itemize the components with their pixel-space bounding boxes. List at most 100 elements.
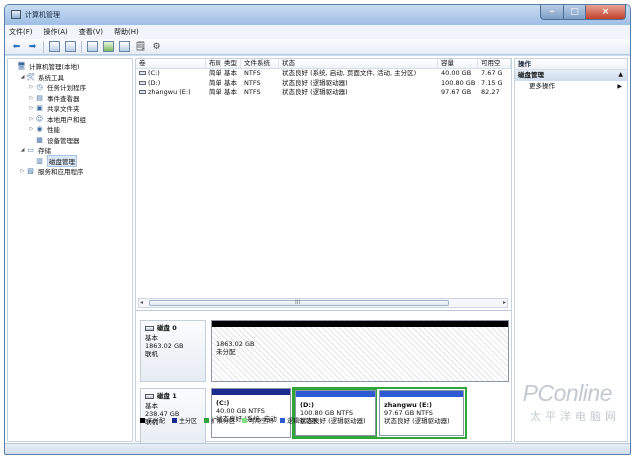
horizontal-scrollbar[interactable]: ◂ III ▸ bbox=[138, 298, 508, 308]
show-hide-tree-icon[interactable] bbox=[65, 41, 76, 52]
table-cell: (D:) bbox=[136, 79, 206, 89]
app-icon bbox=[11, 10, 21, 19]
menu-help[interactable]: 帮助(H) bbox=[114, 27, 139, 37]
menu-action[interactable]: 操作(A) bbox=[44, 27, 68, 37]
minimize-button[interactable]: – bbox=[540, 5, 564, 20]
tree-item-label: 磁盘管理 bbox=[47, 154, 77, 167]
tree-item[interactable]: ▷ ▣ 共享文件夹 bbox=[8, 103, 132, 114]
table-cell: 7.15 G bbox=[481, 78, 503, 87]
collapse-arrow-icon[interactable]: ▲ bbox=[618, 70, 623, 80]
partition-unallocated[interactable]: 1863.02 GB 未分配 bbox=[211, 320, 509, 382]
scrollbar-thumb[interactable]: III bbox=[149, 299, 449, 306]
col-type[interactable]: 类型 bbox=[221, 59, 241, 68]
forward-arrow-icon[interactable]: ➡ bbox=[27, 41, 38, 52]
up-folder-icon[interactable] bbox=[49, 41, 60, 52]
window-title: 计算机管理 bbox=[25, 11, 60, 19]
tree-item[interactable]: ▷ ◉ 性能 bbox=[8, 124, 132, 135]
grip-icon: III bbox=[295, 299, 301, 306]
performance-icon: ◉ bbox=[36, 125, 43, 134]
tree-item[interactable]: 🖥 计算机管理(本地) bbox=[8, 61, 132, 72]
users-icon: ☺ bbox=[35, 114, 44, 123]
settings-icon[interactable]: ⚙ bbox=[151, 41, 162, 52]
scroll-right-icon[interactable]: ▸ bbox=[503, 299, 506, 306]
refresh-icon[interactable] bbox=[103, 41, 114, 52]
legend-swatch bbox=[204, 418, 210, 423]
expander-arrow-icon[interactable]: ▷ bbox=[28, 84, 35, 90]
col-status[interactable]: 状态 bbox=[279, 59, 438, 68]
tree-item-label: 服务和应用程序 bbox=[38, 168, 84, 177]
col-free-space[interactable]: 可用空 bbox=[478, 59, 511, 68]
tree-item-label: 性能 bbox=[47, 126, 60, 135]
minimize-icon: – bbox=[549, 7, 555, 17]
maximize-icon: □ bbox=[570, 7, 579, 17]
table-row[interactable]: zhangwu (E:) 简单 基本 NTFS 状态良好 (逻辑驱动器) 97.67 GB… bbox=[136, 88, 511, 98]
disk-0-status: 联机 bbox=[145, 350, 158, 358]
partition-c-size: 40.00 GB NTFS bbox=[216, 407, 265, 415]
col-layout[interactable]: 布局 bbox=[206, 59, 221, 68]
pconline-watermark: PConline 太平洋电脑网 bbox=[494, 380, 624, 426]
table-row[interactable]: (C:) 简单 基本 NTFS 状态良好 (系统, 启动, 页面文件, 活动, 主分区)… bbox=[136, 69, 511, 79]
partition-d[interactable]: (D:) 100.80 GB NTFS 状态良好 (逻辑驱动器) bbox=[294, 389, 377, 437]
legend-swatch bbox=[140, 418, 145, 423]
tree-item-label: 任务计划程序 bbox=[47, 84, 86, 93]
expander-arrow-icon[interactable]: ▷ bbox=[28, 126, 35, 132]
more-actions-item[interactable]: 更多操作 ▶ bbox=[515, 81, 627, 92]
tree-item[interactable]: ▦ 设备管理器 bbox=[8, 135, 132, 146]
tree-item[interactable]: ▷ ☺ 本地用户和组 bbox=[8, 114, 132, 125]
partition-bar bbox=[212, 389, 290, 395]
legend-swatch bbox=[280, 418, 286, 423]
submenu-arrow-icon: ▶ bbox=[617, 83, 622, 90]
expander-arrow-icon[interactable]: ◢ bbox=[19, 147, 26, 153]
tree-item-label: 计算机管理(本地) bbox=[29, 63, 80, 72]
export-icon[interactable]: 🗒 bbox=[135, 41, 146, 52]
close-button[interactable]: × bbox=[586, 5, 626, 20]
actions-section-disk-management[interactable]: 磁盘管理 ▲ bbox=[515, 70, 627, 81]
partition-legend: 未分配 主分区 扩展分区 可用空间 逻辑驱动器 bbox=[140, 416, 321, 425]
legend-item: 未分配 bbox=[140, 416, 165, 425]
expander-arrow-icon[interactable]: ▷ bbox=[28, 105, 35, 111]
table-cell: NTFS bbox=[244, 88, 261, 96]
toolbar: ⬅ ➡ 🗒 ⚙ bbox=[5, 39, 630, 55]
table-cell: 基本 bbox=[224, 78, 237, 87]
legend-item: 主分区 bbox=[172, 416, 197, 425]
partition-e[interactable]: zhangwu (E:) 97.67 GB NTFS 状态良好 (逻辑驱动器) bbox=[379, 390, 464, 436]
table-row[interactable]: (D:) 简单 基本 NTFS 状态良好 (逻辑驱动器) 100.80 GB 7.15 G bbox=[136, 79, 511, 89]
back-arrow-icon[interactable]: ⬅ bbox=[11, 41, 22, 52]
tree-item-label: 共享文件夹 bbox=[47, 105, 80, 114]
menu-view[interactable]: 查看(V) bbox=[79, 27, 103, 37]
disk-1-type: 基本 bbox=[145, 402, 158, 410]
col-capacity[interactable]: 容量 bbox=[438, 59, 478, 68]
properties-icon[interactable] bbox=[119, 41, 130, 52]
col-volume[interactable]: 卷 bbox=[136, 59, 206, 68]
disk-0-type: 基本 bbox=[145, 334, 158, 342]
partition-c[interactable]: (C:) 40.00 GB NTFS 状态良好 (系统, 启动 bbox=[211, 388, 291, 438]
legend-label: 逻辑驱动器 bbox=[287, 418, 318, 425]
table-cell: zhangwu (E:) bbox=[136, 88, 206, 98]
expander-arrow-icon[interactable]: ▷ bbox=[19, 168, 26, 174]
expander-arrow-icon[interactable]: ◢ bbox=[19, 74, 26, 80]
table-cell: (C:) bbox=[136, 69, 206, 79]
clock-icon: ◷ bbox=[36, 83, 43, 92]
tree-item[interactable]: ▷ ◷ 任务计划程序 bbox=[8, 82, 132, 93]
table-cell: 基本 bbox=[224, 69, 237, 77]
expander-arrow-icon[interactable]: ▷ bbox=[28, 116, 35, 122]
table-cell: 状态良好 (逻辑驱动器) bbox=[282, 88, 348, 96]
menu-file[interactable]: 文件(F) bbox=[9, 27, 33, 37]
title-bar[interactable]: 计算机管理 – □ × bbox=[5, 5, 630, 25]
tree-item[interactable]: ▷ ▧ 服务和应用程序 bbox=[8, 166, 132, 177]
services-icon: ▧ bbox=[27, 167, 34, 176]
tree-item[interactable]: ▥ 磁盘管理 bbox=[8, 154, 132, 167]
legend-swatch bbox=[172, 418, 178, 423]
watermark-sub: 太平洋电脑网 bbox=[530, 411, 620, 423]
maximize-button[interactable]: □ bbox=[564, 5, 586, 20]
col-filesystem[interactable]: 文件系统 bbox=[241, 59, 279, 68]
help-icon[interactable] bbox=[87, 41, 98, 52]
expander-arrow-icon[interactable]: ▷ bbox=[28, 95, 35, 101]
tree-item[interactable]: ▷ ▤ 事件查看器 bbox=[8, 93, 132, 104]
scroll-left-icon[interactable]: ◂ bbox=[140, 299, 143, 306]
disk-0-label[interactable]: 磁盘 0 基本 1863.02 GB 联机 bbox=[140, 320, 206, 382]
volume-list[interactable]: 卷 布局 类型 文件系统 状态 容量 可用空 (C:) 简单 基本 NTFS 状态良好 … bbox=[136, 59, 511, 245]
navigation-tree[interactable]: 🖥 计算机管理(本地) ◢ 🛠 系统工具 ▷ ◷ 任务计划程序 ▷ ▤ 事件查看器 ▷ ▣ 共享文件夹 ▷ ☺… bbox=[7, 58, 133, 442]
partition-c-name: (C:) bbox=[216, 399, 230, 407]
tree-item[interactable]: ◢ 🛠 系统工具 bbox=[8, 72, 132, 83]
